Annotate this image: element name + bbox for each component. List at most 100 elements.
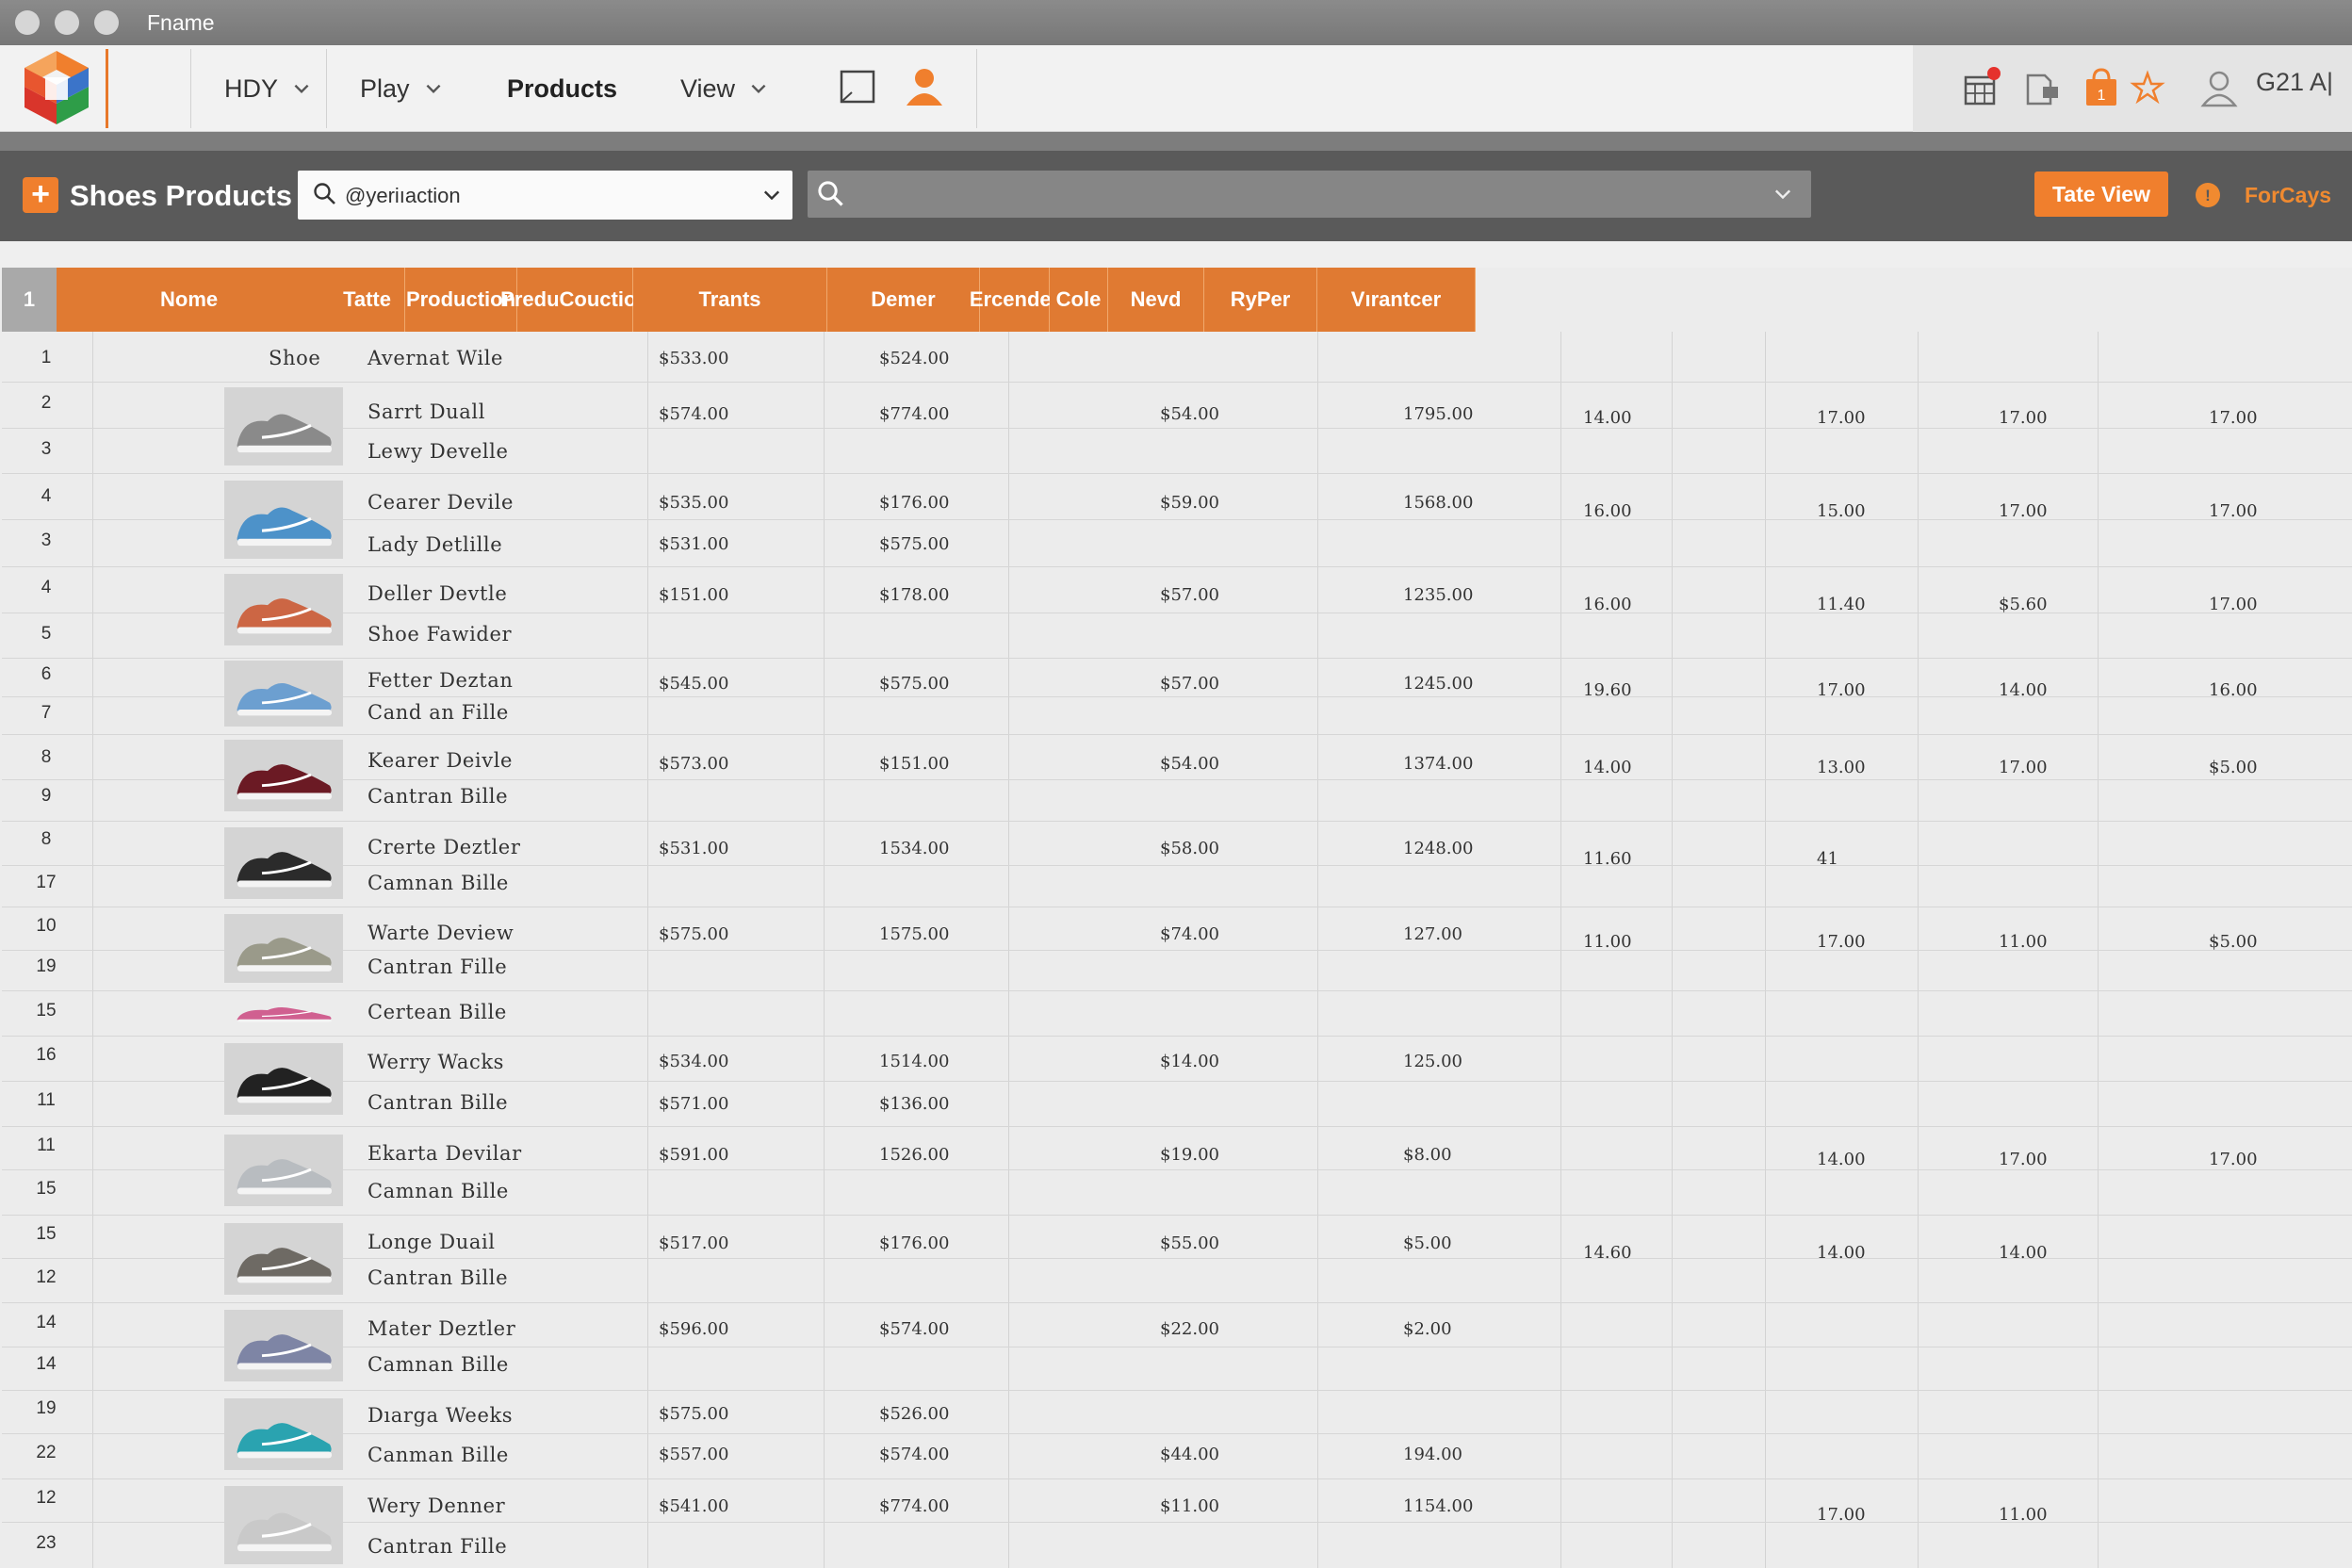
row-number[interactable]: 10: [2, 916, 90, 937]
white-tan-sneaker-icon[interactable]: [224, 1486, 343, 1564]
filter-combobox[interactable]: @yeriıaction: [298, 171, 792, 220]
row-number[interactable]: 4: [2, 486, 90, 507]
product-name: Camnan Bille: [368, 1180, 509, 1202]
row-number[interactable]: 15: [2, 1179, 90, 1200]
shopping-bag-icon[interactable]: 1: [2082, 64, 2122, 109]
window-minimize-button[interactable]: [55, 10, 79, 35]
column-header-nome[interactable]: Nome Tatte: [57, 268, 405, 332]
blue-yellow-sneaker-icon[interactable]: [224, 481, 343, 559]
search-input[interactable]: [808, 171, 1811, 218]
column-header-ercender[interactable]: Ercender: [970, 268, 1059, 332]
document-export-icon[interactable]: [2022, 64, 2062, 109]
nevd-value: 15.00: [1817, 501, 1866, 521]
row-number[interactable]: 8: [2, 829, 90, 850]
tate-view-button[interactable]: Tate View: [2034, 172, 2168, 217]
row-number[interactable]: 15: [2, 1001, 90, 1021]
toolbar-divider: [190, 49, 191, 128]
window-close-button[interactable]: [15, 10, 40, 35]
column-header-trants[interactable]: Trants: [633, 268, 827, 332]
gray-runner-icon[interactable]: [224, 914, 343, 983]
column-header-nevd[interactable]: Nevd: [1108, 268, 1204, 332]
gray-canvas-sneaker-icon[interactable]: [224, 1223, 343, 1295]
preducouction-value: $178.00: [879, 585, 950, 605]
row-number[interactable]: 22: [2, 1443, 90, 1463]
lavender-high-top-icon[interactable]: [224, 1310, 343, 1381]
forcays-icon[interactable]: !: [2194, 181, 2222, 209]
product-name: Cantran Bille: [368, 1266, 509, 1289]
gray-white-high-top-sneaker-icon[interactable]: [224, 387, 343, 466]
production-value: $531.00: [659, 839, 729, 858]
row-number[interactable]: 4: [2, 578, 90, 598]
row-number[interactable]: 17: [2, 873, 90, 893]
row-number[interactable]: 5: [2, 624, 90, 645]
row-number[interactable]: 8: [2, 747, 90, 768]
menu-view[interactable]: View: [680, 68, 769, 109]
row-number[interactable]: 3: [2, 531, 90, 551]
column-header-cole[interactable]: Cole: [1050, 268, 1108, 332]
black-white-runner-icon[interactable]: [224, 827, 343, 899]
window-zoom-button[interactable]: [94, 10, 119, 35]
row-number[interactable]: 14: [2, 1313, 90, 1333]
app-logo-icon[interactable]: [21, 49, 92, 126]
chevron-down-icon: [426, 84, 440, 94]
row-divider: [2, 821, 2352, 822]
row-number[interactable]: 23: [2, 1533, 90, 1554]
row-number[interactable]: 7: [2, 703, 90, 724]
ryper-value: $5.60: [1999, 595, 2048, 614]
demer-value: 1568.00: [1403, 493, 1474, 513]
row-number[interactable]: 16: [2, 1045, 90, 1066]
maroon-runner-icon[interactable]: [224, 740, 343, 811]
product-name: Cantran Bille: [368, 785, 509, 808]
row-number[interactable]: 19: [2, 1398, 90, 1419]
row-number[interactable]: 12: [2, 1488, 90, 1509]
row-divider: [2, 1390, 2352, 1391]
light-gray-runner-icon[interactable]: [224, 1135, 343, 1206]
account-label[interactable]: G21 A|: [2256, 68, 2333, 97]
row-number[interactable]: 2: [2, 393, 90, 414]
ercender-value: 19.60: [1583, 680, 1632, 700]
product-name: Certean Bille: [368, 1001, 507, 1023]
menu-products[interactable]: Products: [507, 68, 617, 109]
black-red-runner-icon[interactable]: [224, 1043, 343, 1115]
add-product-button[interactable]: +: [23, 177, 58, 213]
menu-hdy[interactable]: HDY: [224, 68, 312, 109]
column-header-demer[interactable]: Demer: [827, 268, 980, 332]
pink-sneaker-icon[interactable]: [224, 997, 343, 1027]
menu-play[interactable]: Play: [360, 68, 444, 109]
product-name: Longe Duail: [368, 1231, 496, 1253]
trants-value: $57.00: [1160, 585, 1219, 605]
column-header-ryper[interactable]: RyPer: [1204, 268, 1317, 332]
row-number[interactable]: 9: [2, 786, 90, 807]
production-value: $534.00: [659, 1052, 729, 1071]
filter-value: @yeriıaction: [345, 184, 461, 207]
row-number[interactable]: 6: [2, 664, 90, 685]
column-header-preducouction[interactable]: PreduCouction: [500, 268, 649, 332]
teal-runner-icon[interactable]: [224, 1398, 343, 1470]
calendar-grid-icon[interactable]: [1962, 64, 2001, 109]
row-number[interactable]: 11: [2, 1135, 90, 1156]
column-header-virantcer[interactable]: Vırantcer: [1317, 268, 1476, 332]
star-favorite-icon[interactable]: [2128, 64, 2167, 109]
row-number[interactable]: 19: [2, 956, 90, 977]
row-number[interactable]: 11: [2, 1090, 90, 1111]
ercender-value: 16.00: [1583, 595, 1632, 614]
row-divider: [2, 1126, 2352, 1127]
production-value: $571.00: [659, 1094, 729, 1114]
user-profile-icon[interactable]: [905, 64, 944, 109]
account-avatar-icon[interactable]: [2199, 64, 2239, 109]
trants-value: $54.00: [1160, 404, 1219, 424]
nevd-value: 17.00: [1817, 680, 1866, 700]
preducouction-value: 1534.00: [879, 839, 950, 858]
page-layout-icon[interactable]: [839, 64, 878, 109]
light-blue-runner-icon[interactable]: [224, 661, 343, 727]
row-number[interactable]: 3: [2, 439, 90, 460]
row-number[interactable]: 12: [2, 1267, 90, 1288]
row-number[interactable]: 15: [2, 1224, 90, 1245]
row-divider: [2, 566, 2352, 567]
orange-red-sneaker-icon[interactable]: [224, 574, 343, 645]
row-number[interactable]: 1: [2, 348, 90, 368]
row-divider: [2, 1081, 2352, 1082]
forcays-link[interactable]: ForCays: [2245, 183, 2331, 208]
row-number[interactable]: 14: [2, 1354, 90, 1375]
production-value: $545.00: [659, 674, 729, 694]
